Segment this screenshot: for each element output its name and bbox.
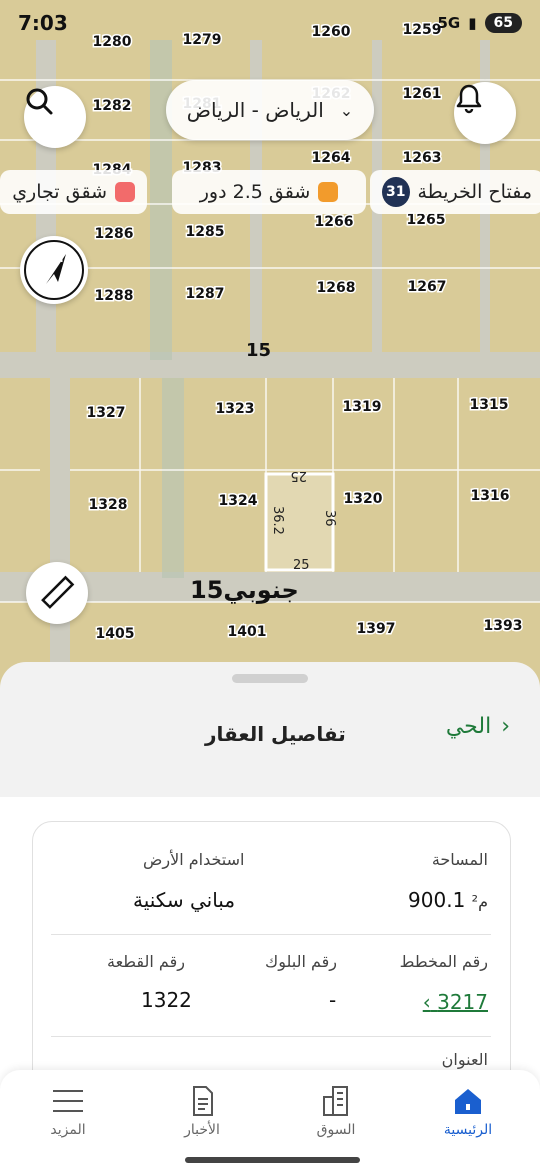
region-selector[interactable]: الرياض - الرياض ⌄ — [166, 80, 374, 140]
chevron-down-icon: ⌄ — [339, 100, 354, 120]
plan-label: رقم المخطط — [399, 952, 488, 971]
home-icon — [455, 1089, 481, 1114]
parcel-label[interactable]: 1320 — [342, 490, 384, 509]
plan-link[interactable]: ‹ 3217 — [423, 990, 488, 1014]
nav-market[interactable]: السوق — [286, 1080, 386, 1138]
home-indicator — [185, 1157, 360, 1163]
sheet-title: تفاصيل العقار — [205, 722, 346, 746]
parcel-label[interactable]: 1327 — [85, 404, 127, 423]
parcel-label[interactable]: 1397 — [355, 620, 397, 639]
parcel-label[interactable]: 1393 — [482, 617, 524, 636]
district-label: الحي — [445, 714, 492, 739]
plan-value: 3217 — [437, 990, 488, 1014]
divider — [51, 1036, 491, 1037]
svg-text:N: N — [56, 254, 63, 265]
status-bar: 7:03 5G ▮ 65 — [0, 0, 540, 46]
bottom-nav: الرئيسية السوق الأخبار المزيد — [0, 1070, 540, 1170]
nav-home-label: الرئيسية — [443, 1122, 493, 1138]
dim-bottom: 25 — [293, 558, 310, 573]
commercial-color-swatch — [115, 182, 135, 202]
nav-news-label: الأخبار — [184, 1122, 220, 1138]
nav-more-label: المزيد — [50, 1122, 86, 1138]
parcel-label[interactable]: 1405 — [94, 625, 136, 644]
dim-right: 36 — [322, 510, 337, 527]
nav-more[interactable]: المزيد — [18, 1080, 118, 1138]
divider — [51, 934, 491, 935]
parcel-label[interactable]: 1264 — [310, 149, 352, 168]
compass-button[interactable]: N — [20, 236, 88, 304]
land-use-value: مباني سكنية — [133, 888, 236, 912]
parcel-label[interactable]: 1288 — [93, 287, 135, 306]
region-label: الرياض - الرياض — [186, 98, 324, 122]
plot-label: رقم القطعة — [107, 952, 185, 971]
chevron-right-icon: › — [501, 714, 510, 739]
street-label: 15 — [246, 340, 271, 361]
search-button[interactable] — [24, 86, 86, 148]
block-label: رقم البلوك — [265, 952, 338, 971]
area-value: م² 900.1 — [408, 888, 488, 912]
legend-count-badge: 31 — [382, 177, 410, 207]
notifications-button[interactable] — [454, 82, 516, 144]
legend-commercial-label: شقق تجاري — [12, 181, 107, 203]
parcel-label[interactable]: 1323 — [214, 400, 256, 419]
parcel-label[interactable]: 1319 — [341, 398, 383, 417]
parcel-label[interactable]: 1282 — [91, 97, 133, 116]
map-key-button[interactable]: 31 مفتاح الخريطة — [370, 170, 540, 214]
parcel-label[interactable]: 1265 — [405, 211, 447, 230]
parcel-label[interactable]: 1316 — [469, 487, 511, 506]
building-icon — [323, 1086, 348, 1116]
dim-top: 25 — [290, 468, 307, 483]
parcel-label[interactable]: 1267 — [406, 278, 448, 297]
dim-left: 36.2 — [270, 506, 285, 535]
parcel-label[interactable]: 1401 — [226, 623, 268, 642]
address-label: العنوان — [441, 1050, 488, 1069]
land-use-label: استخدام الأرض — [143, 850, 245, 869]
status-time: 7:03 — [18, 11, 68, 35]
legend-apartments[interactable]: شقق 2.5 دور — [172, 170, 366, 214]
chevron-left-icon: ‹ — [422, 990, 431, 1014]
block-value: - — [329, 988, 337, 1012]
parcel-label[interactable]: 1261 — [401, 85, 443, 104]
news-icon — [193, 1086, 213, 1116]
parcel-label[interactable]: 1328 — [87, 496, 129, 515]
parcel-label[interactable]: 1263 — [401, 149, 443, 168]
legend-apartments-label: شقق 2.5 دور — [199, 181, 311, 203]
signal-icon: ▮ — [468, 14, 477, 32]
plot-value: 1322 — [141, 988, 192, 1012]
map-key-label: مفتاح الخريطة — [417, 181, 533, 203]
parcel-label[interactable]: 1287 — [184, 285, 226, 304]
bell-icon — [456, 84, 482, 114]
parcel-label[interactable]: 1285 — [184, 223, 226, 242]
parcel-label[interactable]: 1315 — [468, 396, 510, 415]
map-view[interactable]: 1280127912601259128212811262126112841283… — [0, 0, 540, 700]
ruler-icon — [41, 575, 75, 609]
sheet-drag-handle[interactable] — [232, 674, 308, 683]
nav-market-label: السوق — [316, 1122, 356, 1138]
street-bottom-label: 15جنوبي — [190, 576, 299, 604]
network-label: 5G — [437, 14, 461, 32]
menu-icon — [53, 1090, 83, 1112]
area-number: 900.1 — [408, 888, 466, 912]
parcel-label[interactable]: 1268 — [315, 279, 357, 298]
parcel-label[interactable]: 1324 — [217, 492, 259, 511]
compass-icon: N — [24, 240, 84, 300]
battery-badge: 65 — [484, 13, 522, 33]
parcel-label[interactable]: 1266 — [313, 213, 355, 232]
nav-home[interactable]: الرئيسية — [418, 1080, 518, 1138]
nav-news[interactable]: الأخبار — [152, 1080, 252, 1138]
measure-button[interactable] — [26, 562, 88, 624]
area-unit: م² — [471, 892, 488, 911]
apartments-color-swatch — [318, 182, 339, 202]
district-link[interactable]: الحي › — [446, 714, 510, 739]
area-label: المساحة — [431, 850, 488, 869]
legend-commercial[interactable]: شقق تجاري — [0, 170, 147, 214]
parcel-label[interactable]: 1286 — [93, 225, 135, 244]
search-icon — [26, 88, 53, 115]
